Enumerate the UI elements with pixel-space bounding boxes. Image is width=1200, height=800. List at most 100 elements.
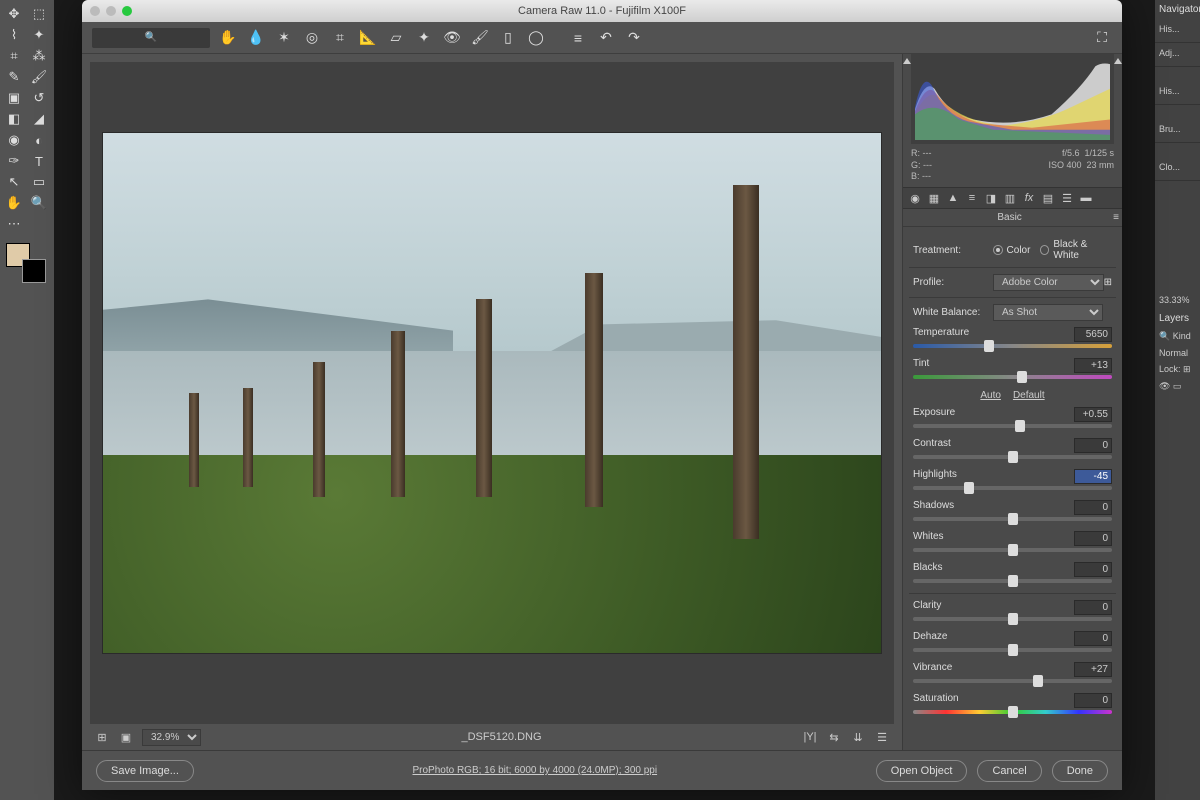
workflow-options-link[interactable]: ProPhoto RGB; 16 bit; 6000 by 4000 (24.0… <box>412 765 657 776</box>
lasso-tool-icon[interactable]: ⌇ <box>2 25 26 45</box>
blacks-value[interactable] <box>1074 562 1112 577</box>
profile-browse-icon[interactable]: ⊞ <box>1104 277 1112 288</box>
layers-kind[interactable]: 🔍 Kind <box>1155 328 1200 345</box>
calibration-tab-icon[interactable]: ▤ <box>1040 190 1056 206</box>
image-preview[interactable] <box>90 62 894 724</box>
basic-tab-icon[interactable]: ◉ <box>907 190 923 206</box>
brushes-tab[interactable]: Bru... <box>1155 119 1200 143</box>
snapshots-tab-icon[interactable]: ▬ <box>1078 190 1094 206</box>
whites-value[interactable] <box>1074 531 1112 546</box>
temperature-value[interactable] <box>1074 327 1112 342</box>
shadows-value[interactable] <box>1074 500 1112 515</box>
preferences-icon[interactable]: ≡ <box>568 28 588 48</box>
whites-slider[interactable]: Whites <box>913 531 1112 552</box>
layers-tab[interactable]: Layers <box>1155 309 1200 328</box>
clone-tab[interactable]: Clo... <box>1155 157 1200 181</box>
tint-value[interactable] <box>1074 358 1112 373</box>
copy-settings-icon[interactable]: ⇊ <box>850 729 866 745</box>
wb-select[interactable]: As Shot <box>993 304 1103 321</box>
blur-tool-icon[interactable]: ◉ <box>2 130 26 150</box>
move-tool-icon[interactable]: ✥ <box>2 4 26 24</box>
default-link[interactable]: Default <box>1013 390 1045 401</box>
radial-filter-icon[interactable]: ◯ <box>526 28 546 48</box>
contrast-value[interactable] <box>1074 438 1112 453</box>
curve-tab-icon[interactable]: ▦ <box>926 190 942 206</box>
blacks-slider[interactable]: Blacks <box>913 562 1112 583</box>
toggle-panel-icon[interactable]: ☰ <box>874 729 890 745</box>
history-tab-2[interactable]: His... <box>1155 81 1200 105</box>
layers-blend[interactable]: Normal <box>1155 345 1200 361</box>
minimize-icon[interactable] <box>106 6 116 16</box>
vibrance-slider[interactable]: Vibrance <box>913 662 1112 683</box>
histogram[interactable] <box>911 54 1114 144</box>
eyedropper-tool-icon[interactable]: ⁂ <box>27 46 51 66</box>
brush-tool-icon[interactable]: 🖌 <box>27 67 51 87</box>
contrast-slider[interactable]: Contrast <box>913 438 1112 459</box>
marquee-tool-icon[interactable]: ⬚ <box>27 4 51 24</box>
clarity-slider[interactable]: Clarity <box>913 600 1112 621</box>
profile-select[interactable]: Adobe Color <box>993 274 1104 291</box>
cancel-button[interactable]: Cancel <box>977 760 1041 782</box>
dehaze-value[interactable] <box>1074 631 1112 646</box>
type-tool-icon[interactable]: T <box>27 151 51 171</box>
exposure-value[interactable] <box>1074 407 1112 422</box>
crop-tool-icon[interactable]: ⌗ <box>2 46 26 66</box>
before-after-icon[interactable]: |Y| <box>802 729 818 745</box>
dehaze-slider[interactable]: Dehaze <box>913 631 1112 652</box>
save-image-button[interactable]: Save Image... <box>96 760 194 782</box>
zoom-select[interactable]: 32.9% <box>142 729 201 746</box>
crop-tool-icon[interactable]: ⌗ <box>330 28 350 48</box>
white-balance-tool-icon[interactable]: 💧 <box>246 28 266 48</box>
maximize-icon[interactable] <box>122 6 132 16</box>
clarity-value[interactable] <box>1074 600 1112 615</box>
gradient-tool-icon[interactable]: ◢ <box>27 109 51 129</box>
auto-link[interactable]: Auto <box>980 390 1001 401</box>
adjustments-tab[interactable]: Adj... <box>1155 43 1200 67</box>
shape-tool-icon[interactable]: ▭ <box>27 172 51 192</box>
graduated-filter-icon[interactable]: ▯ <box>498 28 518 48</box>
shadow-clip-icon[interactable] <box>903 58 911 64</box>
navigator-tab[interactable]: Navigator <box>1155 0 1200 19</box>
grid-view-icon[interactable]: ⊞ <box>94 729 110 745</box>
tint-slider[interactable]: Tint <box>913 358 1112 379</box>
swap-icon[interactable]: ⇆ <box>826 729 842 745</box>
treatment-color-radio[interactable] <box>993 245 1003 255</box>
highlights-slider[interactable]: Highlights <box>913 469 1112 490</box>
detail-tab-icon[interactable]: ▲ <box>945 190 961 206</box>
zoom-tool-icon[interactable]: 🔍 <box>27 193 51 213</box>
wand-tool-icon[interactable]: ✦ <box>27 25 51 45</box>
hand-tool-icon[interactable]: ✋ <box>2 193 26 213</box>
path-tool-icon[interactable]: ↖ <box>2 172 26 192</box>
layer-row[interactable]: 👁 ▭ <box>1155 378 1200 395</box>
redeye-tool-icon[interactable]: 👁 <box>442 28 462 48</box>
lens-tab-icon[interactable]: ▥ <box>1002 190 1018 206</box>
hand-tool-icon[interactable]: ✋ <box>218 28 238 48</box>
open-object-button[interactable]: Open Object <box>876 760 968 782</box>
history-tool-icon[interactable]: ↺ <box>27 88 51 108</box>
temperature-slider[interactable]: Temperature <box>913 327 1112 348</box>
saturation-slider[interactable]: Saturation <box>913 693 1112 714</box>
highlights-value[interactable] <box>1074 469 1112 484</box>
straighten-tool-icon[interactable]: 📐 <box>358 28 378 48</box>
window-titlebar[interactable]: Camera Raw 11.0 - Fujifilm X100F <box>82 0 1122 22</box>
exposure-slider[interactable]: Exposure <box>913 407 1112 428</box>
transform-tool-icon[interactable]: ▱ <box>386 28 406 48</box>
saturation-value[interactable] <box>1074 693 1112 708</box>
stamp-tool-icon[interactable]: ▣ <box>2 88 26 108</box>
zoom-tool-icon[interactable]: 🔍 <box>92 28 210 48</box>
vibrance-value[interactable] <box>1074 662 1112 677</box>
hsl-tab-icon[interactable]: ≡ <box>964 190 980 206</box>
split-tab-icon[interactable]: ◨ <box>983 190 999 206</box>
presets-tab-icon[interactable]: ☰ <box>1059 190 1075 206</box>
pen-tool-icon[interactable]: ✑ <box>2 151 26 171</box>
color-sampler-icon[interactable]: ✶ <box>274 28 294 48</box>
done-button[interactable]: Done <box>1052 760 1108 782</box>
heal-tool-icon[interactable]: ✎ <box>2 67 26 87</box>
spot-removal-icon[interactable]: ✦ <box>414 28 434 48</box>
close-icon[interactable] <box>90 6 100 16</box>
layers-lock[interactable]: Lock: ⊞ <box>1155 361 1200 378</box>
highlight-clip-icon[interactable] <box>1114 58 1122 64</box>
target-adjust-icon[interactable]: ◎ <box>302 28 322 48</box>
rotate-ccw-icon[interactable]: ↶ <box>596 28 616 48</box>
fullscreen-icon[interactable]: ⛶ <box>1092 28 1112 48</box>
